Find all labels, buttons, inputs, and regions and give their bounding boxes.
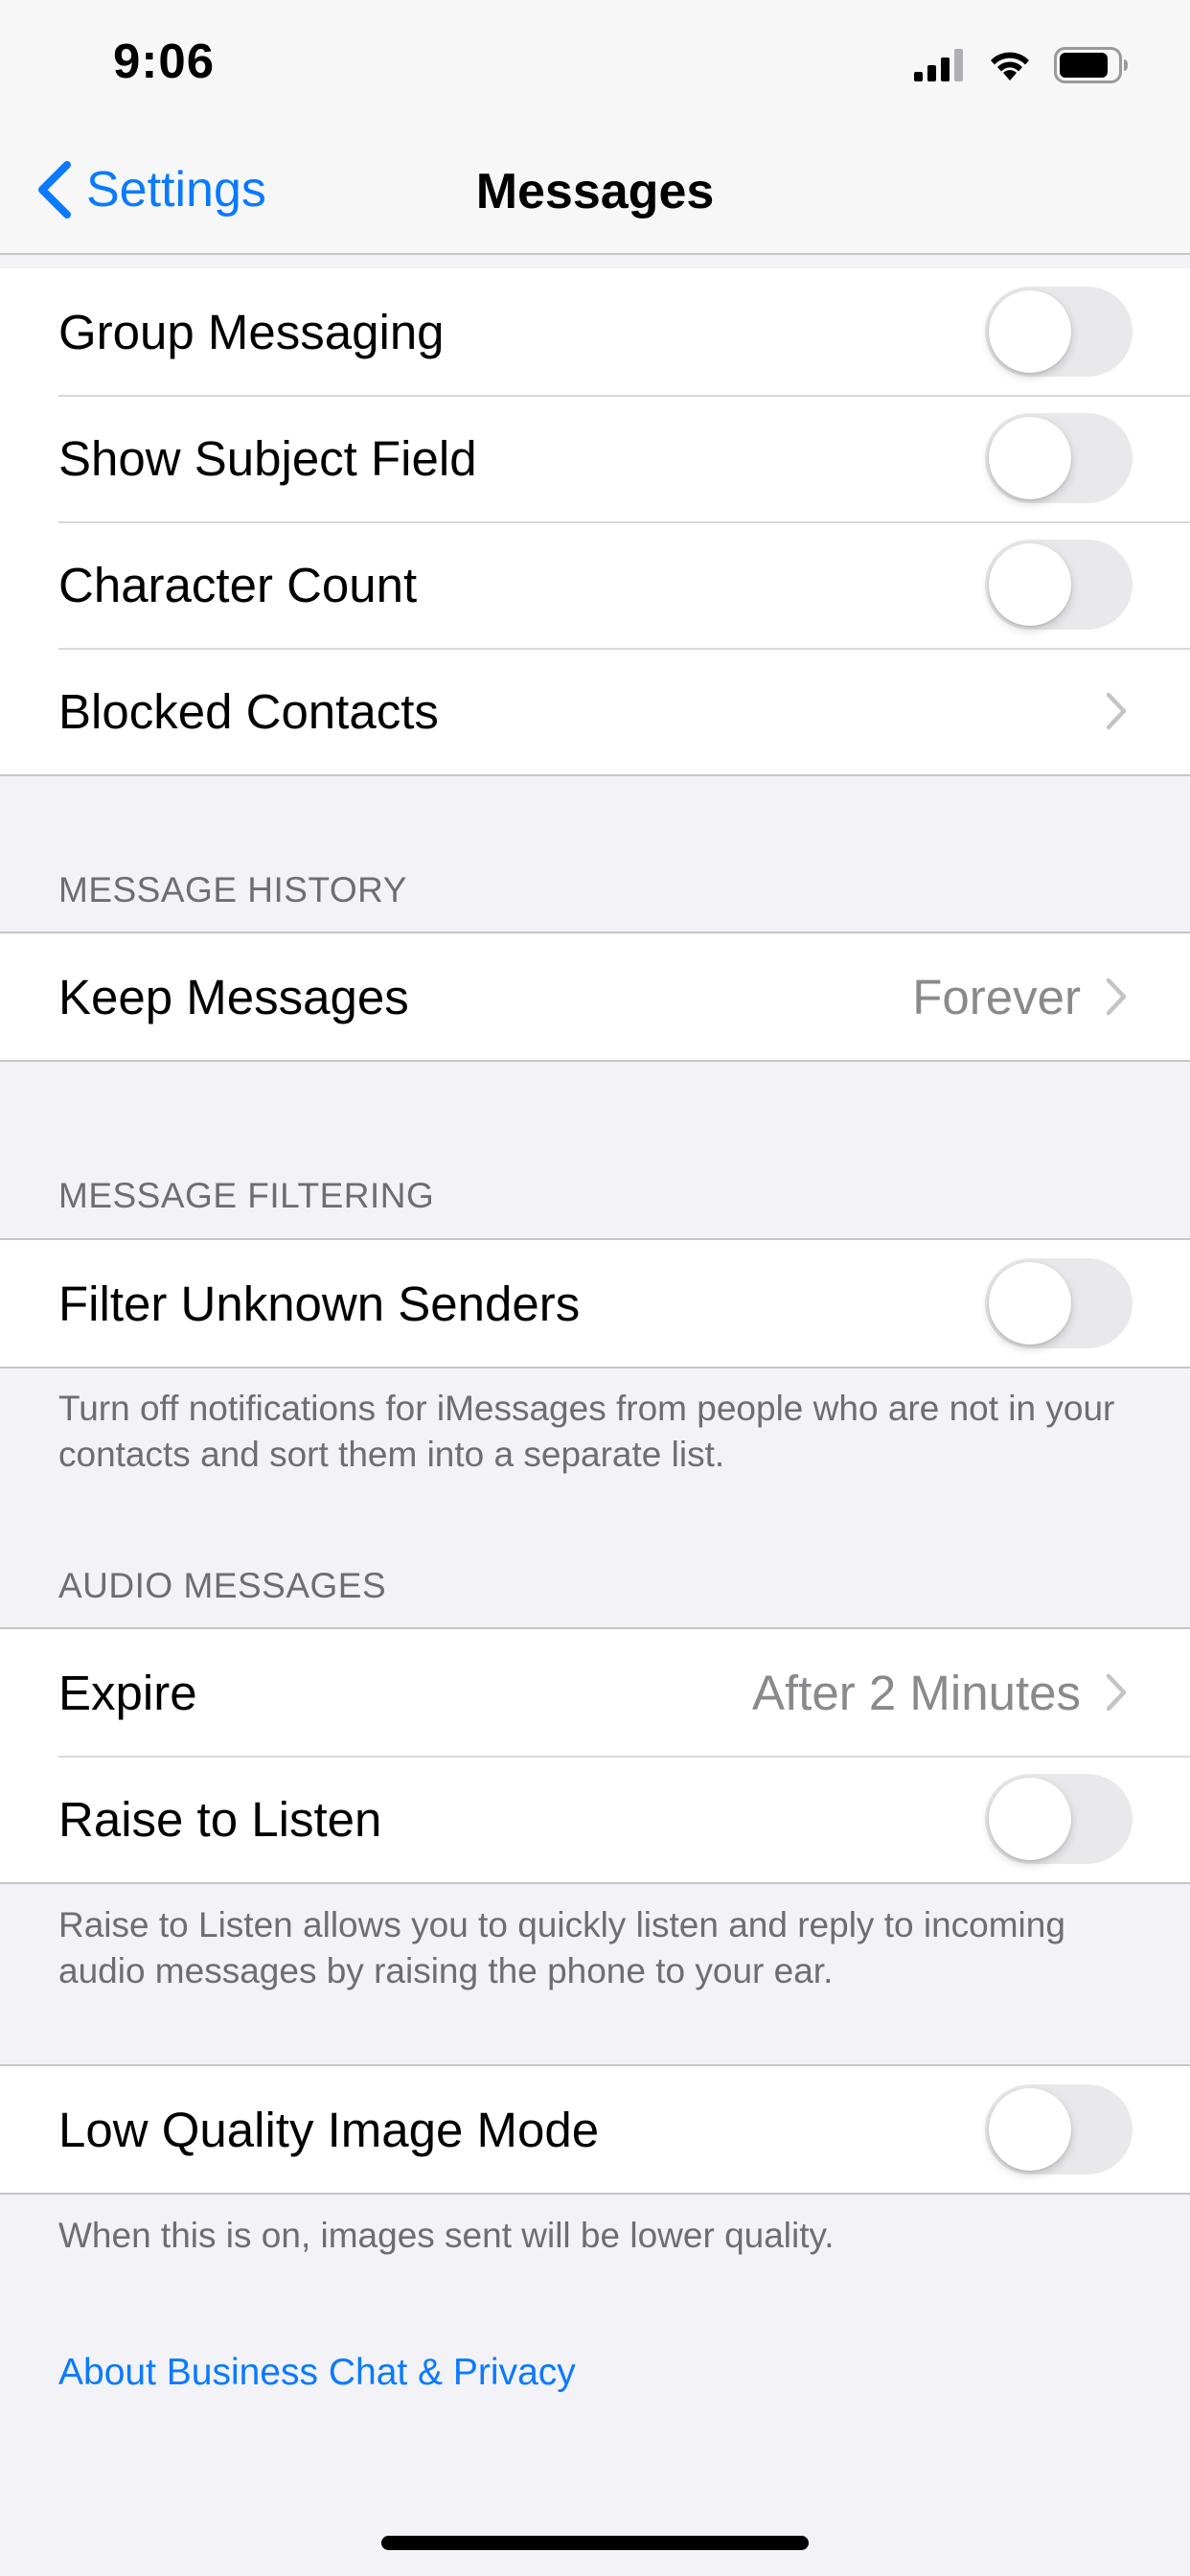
- row-label: Blocked Contacts: [58, 683, 439, 739]
- expire-value: After 2 Minutes: [752, 1665, 1081, 1720]
- toggle-knob: [989, 1262, 1071, 1345]
- group-messaging-row: Group Messaging: [0, 268, 1190, 395]
- row-label: Raise to Listen: [58, 1791, 382, 1847]
- filter-unknown-senders-row: Filter Unknown Senders: [0, 1240, 1190, 1367]
- audio-messages-header: AUDIO MESSAGES: [58, 1566, 387, 1605]
- character-count-row: Character Count: [0, 521, 1190, 648]
- status-bar: 9:06: [0, 0, 1190, 126]
- low-quality-image-mode-row: Low Quality Image Mode: [0, 2066, 1190, 2193]
- row-label: Keep Messages: [58, 969, 409, 1024]
- message-filtering-header: MESSAGE FILTERING: [58, 1176, 435, 1215]
- audio-messages-footer: Raise to Listen allows you to quickly li…: [58, 1905, 1065, 1990]
- row-label: Expire: [58, 1665, 197, 1720]
- row-label: Show Subject Field: [58, 430, 477, 486]
- toggle-knob: [989, 417, 1071, 499]
- low-quality-group: Low Quality Image Mode: [0, 2064, 1190, 2195]
- chevron-right-icon: [1106, 1673, 1127, 1712]
- message-history-header: MESSAGE HISTORY: [58, 870, 407, 909]
- general-settings-group: Group Messaging Show Subject Field Chara…: [0, 268, 1190, 776]
- show-subject-field-toggle[interactable]: [985, 413, 1133, 503]
- toggle-knob: [989, 543, 1071, 626]
- raise-to-listen-toggle[interactable]: [985, 1774, 1133, 1864]
- message-filtering-group: Filter Unknown Senders: [0, 1238, 1190, 1368]
- low-quality-footer: When this is on, images sent will be low…: [58, 2216, 835, 2255]
- group-messaging-toggle[interactable]: [985, 287, 1133, 377]
- battery-icon: [1054, 47, 1128, 83]
- toggle-knob: [989, 2088, 1071, 2171]
- character-count-toggle[interactable]: [985, 540, 1133, 630]
- message-filtering-footer: Turn off notifications for iMessages fro…: [58, 1389, 1115, 1474]
- audio-messages-group: Expire After 2 Minutes Raise to Listen: [0, 1627, 1190, 1884]
- chevron-right-icon: [1106, 978, 1127, 1016]
- page-title: Messages: [475, 164, 715, 219]
- toggle-knob: [989, 290, 1071, 373]
- blocked-contacts-row[interactable]: Blocked Contacts: [0, 648, 1190, 774]
- low-quality-image-mode-toggle[interactable]: [985, 2084, 1133, 2174]
- filter-unknown-senders-toggle[interactable]: [985, 1258, 1133, 1348]
- about-business-chat-link[interactable]: About Business Chat & Privacy: [58, 2352, 576, 2394]
- home-indicator: [381, 2536, 809, 2550]
- message-history-group: Keep Messages Forever: [0, 932, 1190, 1062]
- raise-to-listen-row: Raise to Listen: [0, 1756, 1190, 1882]
- show-subject-field-row: Show Subject Field: [0, 395, 1190, 521]
- row-label: Group Messaging: [58, 304, 445, 359]
- row-label: Filter Unknown Senders: [58, 1276, 581, 1331]
- cellular-signal-icon: [914, 49, 963, 81]
- row-label: Character Count: [58, 557, 418, 612]
- status-icons: [914, 46, 1129, 84]
- toggle-knob: [989, 1778, 1071, 1860]
- keep-messages-value: Forever: [912, 969, 1081, 1024]
- row-label: Low Quality Image Mode: [58, 2102, 600, 2157]
- navigation-bar: Settings Messages: [0, 126, 1190, 255]
- wifi-icon: [991, 52, 1029, 80]
- chevron-right-icon: [1106, 692, 1127, 730]
- expire-row[interactable]: Expire After 2 Minutes: [0, 1629, 1190, 1756]
- status-time: 9:06: [113, 34, 216, 88]
- keep-messages-row[interactable]: Keep Messages Forever: [0, 933, 1190, 1060]
